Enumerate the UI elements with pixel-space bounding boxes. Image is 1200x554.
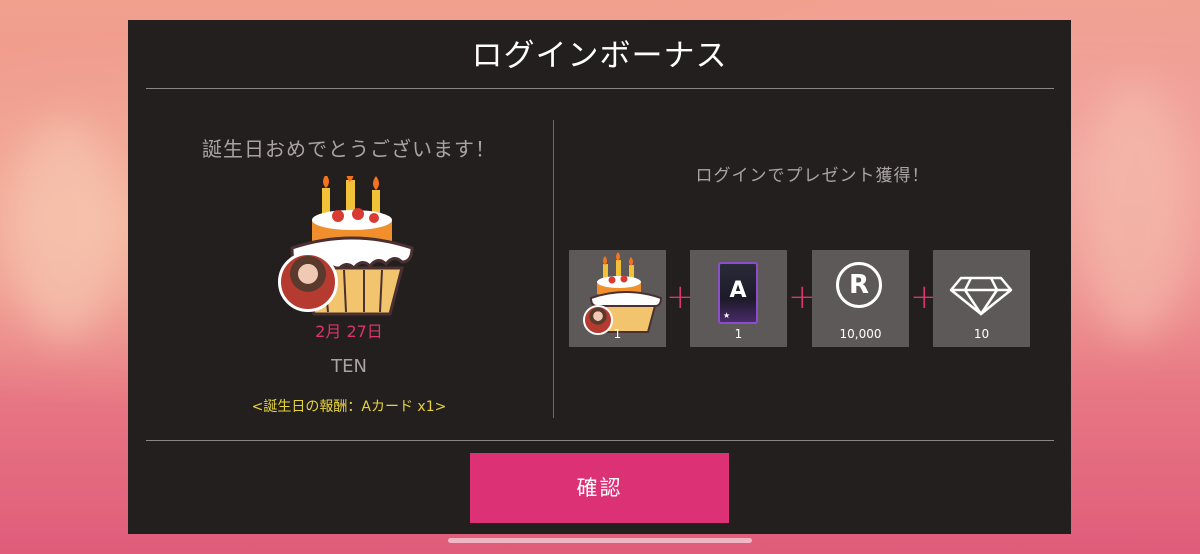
card-star-icon: ★	[723, 311, 731, 320]
r-coin-icon: R	[836, 262, 882, 308]
login-reward-heading: ログインでプレゼント獲得！	[695, 166, 930, 186]
title-divider	[146, 88, 1054, 89]
reward-item-diamond[interactable]: 10	[933, 250, 1030, 347]
birthday-date: 2月 27日	[315, 322, 383, 341]
reward-item-cake[interactable]: 1	[569, 250, 666, 347]
reward-quantity: 10	[973, 327, 990, 341]
member-avatar	[278, 252, 338, 312]
login-bonus-dialog: ログインボーナス 誕生日おめでとうございます！ 2月 27日 TEN <誕生日の…	[128, 20, 1071, 534]
background-light-left	[10, 120, 120, 340]
birthday-reward-note: <誕生日の報酬：Aカード x1>	[251, 399, 447, 415]
reward-quantity: 1	[734, 327, 743, 341]
member-name: TEN	[331, 356, 367, 377]
a-card-letter: A	[729, 278, 747, 303]
footer-divider	[146, 440, 1054, 441]
reward-quantity: 1	[613, 327, 622, 341]
birthday-heading: 誕生日おめでとうございます！	[202, 137, 496, 161]
confirm-button[interactable]: 確認	[470, 453, 729, 523]
background-light-right	[1080, 80, 1190, 340]
r-coin-letter: R	[848, 270, 870, 300]
reward-item-a-card[interactable]: A ★ 1	[690, 250, 787, 347]
dialog-title: ログインボーナス	[471, 38, 728, 74]
reward-quantity: 10,000	[839, 327, 882, 341]
a-card-icon: A ★	[718, 262, 758, 324]
home-indicator[interactable]	[448, 538, 752, 543]
reward-item-r-coin[interactable]: R 10,000	[812, 250, 909, 347]
